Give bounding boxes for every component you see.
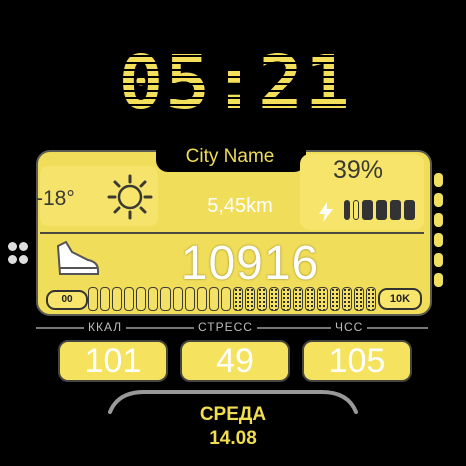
- battery-percent: 39%: [333, 156, 384, 184]
- progress-cell: [317, 287, 328, 311]
- progress-cell: [329, 287, 340, 311]
- battery-segment: [390, 200, 401, 220]
- left-indicator-dot: [8, 242, 17, 251]
- battery-segment: [362, 200, 373, 220]
- weekday: СРЕДА: [199, 404, 267, 425]
- date: 14.08: [209, 428, 257, 449]
- hr-value: 105: [302, 340, 412, 382]
- lightning-icon: [319, 202, 333, 222]
- progress-cell: [245, 287, 256, 311]
- steps-scale-min: 00: [46, 290, 88, 310]
- progress-cell: [136, 287, 147, 311]
- stress-label: СТРЕСС: [194, 320, 257, 334]
- progress-cell: [196, 287, 207, 311]
- progress-cell: [100, 287, 111, 311]
- progress-cell: [184, 287, 195, 311]
- side-segment: [434, 233, 443, 247]
- progress-cell: [257, 287, 268, 311]
- progress-cell: [148, 287, 159, 311]
- progress-cell: [208, 287, 219, 311]
- battery-segment: [344, 200, 350, 220]
- progress-cell: [293, 287, 304, 311]
- progress-cell: [220, 287, 231, 311]
- battery-segment: [353, 200, 359, 220]
- battery-segment: [404, 200, 415, 220]
- stress-value: 49: [180, 340, 290, 382]
- time-display: 05:21: [118, 40, 352, 126]
- progress-cell: [160, 287, 171, 311]
- kcal-value: 101: [58, 340, 168, 382]
- progress-cell: [269, 287, 280, 311]
- side-segment: [434, 213, 443, 227]
- progress-cell: [305, 287, 316, 311]
- sun-icon: [107, 174, 153, 220]
- progress-cell: [124, 287, 135, 311]
- side-segment: [434, 273, 443, 287]
- side-segment: [434, 253, 443, 267]
- progress-cell: [112, 287, 123, 311]
- progress-cell: [353, 287, 364, 311]
- panel-divider: [40, 232, 424, 234]
- left-indicator-icon: [8, 242, 28, 266]
- steps-progress-bar: [88, 287, 376, 311]
- progress-cell: [341, 287, 352, 311]
- battery-segments: [344, 200, 415, 220]
- kcal-label: ККАЛ: [84, 320, 127, 334]
- left-indicator-dot: [8, 255, 17, 264]
- steps-scale-max: 10K: [378, 288, 422, 310]
- city-name: City Name: [185, 146, 275, 167]
- progress-cell: [365, 287, 376, 311]
- step-count: 10916: [180, 237, 320, 290]
- hr-label: ЧСС: [331, 320, 368, 334]
- left-indicator-dot: [19, 255, 28, 264]
- left-indicator-dot: [19, 242, 28, 251]
- progress-cell: [281, 287, 292, 311]
- side-segment: [434, 173, 443, 187]
- battery-segment: [376, 200, 387, 220]
- side-segment: [434, 193, 443, 207]
- progress-cell: [172, 287, 183, 311]
- progress-cell: [232, 287, 244, 311]
- distance: 5,45km: [207, 195, 273, 217]
- temperature: -18°: [36, 187, 75, 210]
- progress-cell: [88, 287, 99, 311]
- shoe-icon: [56, 240, 99, 275]
